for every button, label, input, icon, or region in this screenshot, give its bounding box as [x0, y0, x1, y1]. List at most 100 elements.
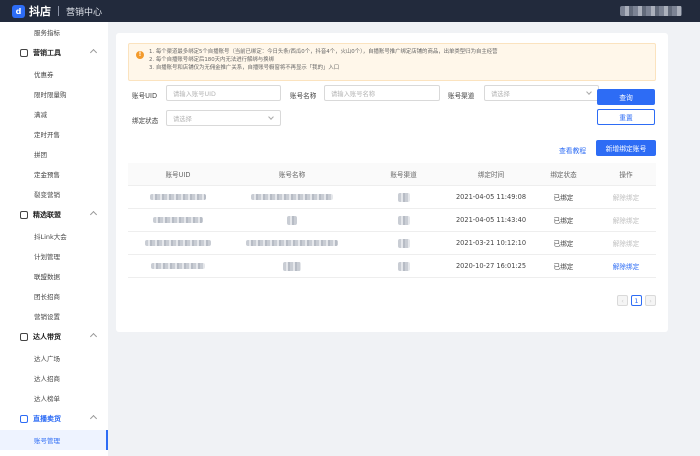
chevron-up-icon	[89, 332, 98, 341]
sidebar-group-label: 营销工具	[33, 49, 61, 57]
main-panel: ! 1. 每个渠道最多绑定5个自播账号（当前已绑定：今日头条/西瓜0个，抖音4个…	[116, 33, 668, 332]
notice-line: 1. 每个渠道最多绑定5个自播账号（当前已绑定：今日头条/西瓜0个，抖音4个，火…	[149, 49, 498, 55]
chevron-up-icon	[89, 414, 98, 423]
add-binding-button[interactable]: 新增绑定账号	[596, 140, 656, 156]
sidebar-group-label: 直播卖货	[33, 415, 61, 423]
uid-input[interactable]: 请输入账号UID	[166, 85, 281, 101]
logo-text: 抖店	[29, 5, 51, 18]
chevron-down-icon	[268, 114, 274, 120]
channel-select-value: 请选择	[491, 90, 510, 98]
accounts-table: 账号UID 账号名称 账号渠道 绑定时间 绑定状态 操作 2021-04-05 …	[128, 163, 656, 278]
sidebar-item[interactable]: 抖Link大会	[0, 226, 108, 246]
sidebar-item[interactable]: 优惠券	[0, 64, 108, 84]
sidebar-group[interactable]: 直播卖货	[0, 408, 108, 430]
warning-icon: !	[136, 51, 144, 59]
notice-line: 2. 每个自播账号绑定后180天内无法进行解绑与换绑	[149, 57, 274, 63]
group-icon	[20, 211, 28, 219]
channel-blurred	[397, 238, 410, 248]
name-input[interactable]: 请输入账号名称	[324, 85, 440, 101]
chevron-down-icon	[586, 89, 592, 95]
notice-banner: ! 1. 每个渠道最多绑定5个自播账号（当前已绑定：今日头条/西瓜0个，抖音4个…	[128, 43, 656, 81]
logo-icon: d	[12, 4, 25, 18]
sidebar-group-label: 达人带货	[33, 333, 61, 341]
reset-button[interactable]: 重置	[597, 109, 655, 125]
unbind-action-disabled: 解除绑定	[612, 217, 640, 225]
sidebar-item[interactable]: 达人榜单	[0, 388, 108, 408]
app-subtitle: 营销中心	[66, 7, 103, 18]
top-bar: d 抖店 营销中心	[0, 0, 700, 22]
tutorial-link[interactable]: 查看教程	[559, 145, 586, 155]
bind-status: 已绑定	[553, 263, 574, 271]
sidebar-item[interactable]: 达人广场	[0, 348, 108, 368]
sidebar-item[interactable]: 限时限量购	[0, 84, 108, 104]
table-header: 账号UID 账号名称 账号渠道 绑定时间 绑定状态 操作	[128, 163, 656, 186]
status-select[interactable]: 请选择	[166, 110, 281, 126]
chevron-up-icon	[89, 210, 98, 219]
group-icon	[20, 415, 28, 423]
bind-time: 2021-03-21 10:12:10	[455, 239, 527, 247]
group-icon	[20, 333, 28, 341]
sidebar-item[interactable]: 团长招商	[0, 286, 108, 306]
bind-time: 2020-10-27 16:01:25	[455, 262, 527, 270]
sidebar-item[interactable]: 定时开售	[0, 124, 108, 144]
name-blurred	[251, 194, 333, 200]
header-channel: 账号渠道	[390, 171, 417, 179]
sidebar-group[interactable]: 营销工具	[0, 42, 108, 64]
status-select-value: 请选择	[173, 115, 192, 123]
user-account-blurred[interactable]	[620, 6, 682, 16]
sidebar-item[interactable]: 服务指标	[0, 22, 108, 42]
sidebar-item[interactable]: 计划管理	[0, 246, 108, 266]
logo[interactable]: d 抖店 营销中心	[12, 3, 102, 19]
table-row: 2020-10-27 16:01:25 已绑定 解除绑定	[128, 255, 656, 278]
logo-divider	[58, 6, 59, 16]
sidebar-item[interactable]: 定金预售	[0, 164, 108, 184]
channel-blurred	[397, 215, 410, 225]
unbind-action[interactable]: 解除绑定	[596, 255, 656, 277]
name-label: 账号名称	[290, 92, 317, 100]
chevron-up-icon	[89, 48, 98, 57]
table-row: 2021-04-05 11:49:08 已绑定 解除绑定	[128, 186, 656, 209]
header-action: 操作	[619, 171, 633, 179]
bind-time: 2021-04-05 11:43:40	[455, 216, 527, 224]
bind-status: 已绑定	[553, 194, 574, 202]
table-row: 2021-04-05 11:43:40 已绑定 解除绑定	[128, 209, 656, 232]
name-blurred	[283, 261, 301, 271]
notice-line: 3. 自播账号和店铺仅为无佣金推广关系，自播账号橱窗将不再显示「我的」入口	[149, 65, 340, 71]
bind-status: 已绑定	[553, 217, 574, 225]
sidebar-item[interactable]: 达人招商	[0, 368, 108, 388]
uid-blurred	[145, 240, 211, 246]
uid-blurred	[151, 263, 205, 269]
channel-blurred	[397, 192, 410, 202]
page-number[interactable]: 1	[631, 295, 642, 306]
sidebar-item[interactable]: 拼团	[0, 144, 108, 164]
chevron-right-icon[interactable]: ›	[645, 295, 656, 306]
status-label: 绑定状态	[132, 117, 159, 125]
bind-status: 已绑定	[553, 240, 574, 248]
channel-label: 账号渠道	[448, 92, 475, 100]
unbind-action-disabled: 解除绑定	[612, 240, 640, 248]
sidebar-item[interactable]: 裂变营销	[0, 184, 108, 204]
sidebar-item[interactable]: 满减	[0, 104, 108, 124]
sidebar-group[interactable]: 达人带货	[0, 326, 108, 348]
header-status: 绑定状态	[550, 171, 577, 179]
header-bind-time: 绑定时间	[477, 171, 505, 179]
channel-blurred	[397, 261, 410, 271]
uid-blurred	[150, 194, 206, 200]
group-icon	[20, 49, 28, 57]
header-name: 账号名称	[278, 171, 306, 179]
sidebar-item[interactable]: 联盟数据	[0, 266, 108, 286]
chevron-left-icon[interactable]: ‹	[617, 295, 628, 306]
query-button[interactable]: 查询	[597, 89, 655, 105]
bind-time: 2021-04-05 11:49:08	[455, 193, 527, 201]
sidebar-item[interactable]: 营销设置	[0, 306, 108, 326]
table-row: 2021-03-21 10:12:10 已绑定 解除绑定	[128, 232, 656, 255]
unbind-action-disabled: 解除绑定	[612, 194, 640, 202]
sidebar: 服务指标营销工具优惠券 限时限量购 满减 定时开售 拼团 定金预售 裂变营销 精选联盟 抖Lin…	[0, 22, 108, 456]
name-blurred	[246, 240, 338, 246]
channel-select[interactable]: 请选择	[484, 85, 599, 101]
pagination: ‹ 1 ›	[617, 295, 656, 306]
name-blurred	[287, 215, 297, 225]
sidebar-group[interactable]: 精选联盟	[0, 204, 108, 226]
uid-label: 账号UID	[132, 92, 158, 100]
sidebar-item[interactable]: 账号管理	[0, 430, 108, 450]
